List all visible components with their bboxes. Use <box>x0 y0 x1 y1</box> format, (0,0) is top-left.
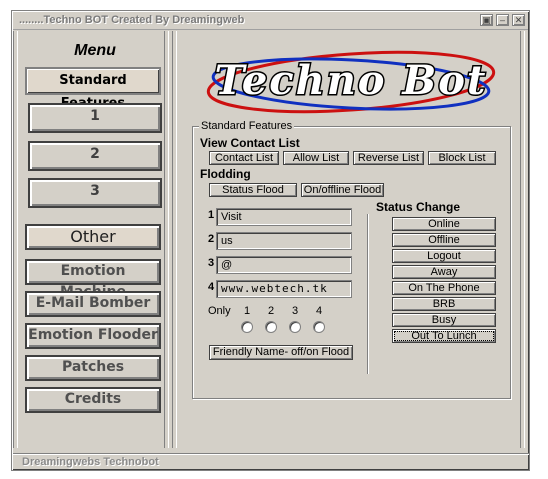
flood-text-field-4[interactable]: www.webtech.tk <box>216 280 352 298</box>
sidebar-item-label: 3 <box>90 183 100 199</box>
status-away-button[interactable]: Away <box>392 265 496 279</box>
sidebar-item-emotion-machine[interactable]: Emotion Machine <box>25 259 161 300</box>
sidebar-item-email-bomber[interactable]: E-Mail Bomber <box>25 291 161 317</box>
flood-text-field-3[interactable]: @ <box>216 256 352 274</box>
close-icon[interactable]: ✕ <box>512 14 525 26</box>
menu-title: Menu <box>74 42 116 59</box>
field-number: 4 <box>208 281 215 293</box>
sidebar-item-other[interactable]: Other <box>25 224 161 250</box>
sidebar-item-standard-features[interactable]: Standard Features <box>25 67 161 111</box>
sidebar-item-1[interactable]: 1 <box>28 103 162 133</box>
techno-bot-logo: Techno Bot <box>206 50 496 114</box>
only-label: Only <box>208 305 231 317</box>
sidebar-item-label: Patches <box>61 359 125 375</box>
left-rail <box>13 31 18 448</box>
friendly-name-flood-button[interactable]: Friendly Name- off/on Flood <box>209 345 353 360</box>
radio-option-4[interactable] <box>313 321 325 333</box>
allow-list-button[interactable]: Allow List <box>283 151 349 165</box>
reverse-list-button[interactable]: Reverse List <box>353 151 424 165</box>
vertical-separator <box>367 214 369 374</box>
radio-label: 2 <box>268 305 275 317</box>
radio-option-2[interactable] <box>265 321 277 333</box>
field-number: 1 <box>208 209 215 221</box>
sidebar-item-label: 2 <box>90 146 100 162</box>
status-offline-button[interactable]: Offline <box>392 233 496 247</box>
status-out-to-lunch-button[interactable]: Out To Lunch <box>392 329 496 343</box>
status-flood-button[interactable]: Status Flood <box>209 183 297 197</box>
radio-label: 1 <box>244 305 251 317</box>
radio-label: 4 <box>316 305 323 317</box>
right-rail <box>520 31 525 448</box>
radio-option-1[interactable] <box>241 321 253 333</box>
field-number: 3 <box>208 257 215 269</box>
logo-text: Techno Bot <box>215 57 488 104</box>
onoffline-flood-button[interactable]: On/offline Flood <box>301 183 384 197</box>
contact-list-button[interactable]: Contact List <box>209 151 279 165</box>
sidebar-item-2[interactable]: 2 <box>28 141 162 171</box>
sidebar-item-label: Other <box>70 227 116 246</box>
sidebar-item-label: Emotion Flooder <box>28 327 158 343</box>
divider-rail <box>164 31 169 448</box>
radio-label: 3 <box>292 305 299 317</box>
divider-rail-2 <box>172 31 177 448</box>
field-number: 2 <box>208 233 215 245</box>
sidebar-item-label: Credits <box>64 391 122 407</box>
status-bar-text: Dreamingwebs Technobot <box>22 456 159 468</box>
sidebar-item-label: 1 <box>90 108 100 124</box>
status-busy-button[interactable]: Busy <box>392 313 496 327</box>
flooding-heading: Flodding <box>200 167 251 181</box>
sidebar-item-credits[interactable]: Credits <box>25 387 161 413</box>
sidebar-item-emotion-flooder[interactable]: Emotion Flooder <box>25 323 161 349</box>
status-on-the-phone-button[interactable]: On The Phone <box>392 281 496 295</box>
status-online-button[interactable]: Online <box>392 217 496 231</box>
status-brb-button[interactable]: BRB <box>392 297 496 311</box>
status-change-heading: Status Change <box>376 200 461 214</box>
radio-option-3[interactable] <box>289 321 301 333</box>
window-title: ........Techno BOT Created By Dreamingwe… <box>19 14 245 26</box>
flood-text-field-1[interactable]: Visit <box>216 208 352 226</box>
group-label: Standard Features <box>199 120 295 132</box>
title-bar[interactable]: ........Techno BOT Created By Dreamingwe… <box>13 12 528 30</box>
flood-text-field-2[interactable]: us <box>216 232 352 250</box>
status-logout-button[interactable]: Logout <box>392 249 496 263</box>
sidebar-item-patches[interactable]: Patches <box>25 355 161 381</box>
restore-icon[interactable]: ▣ <box>480 14 493 26</box>
block-list-button[interactable]: Block List <box>428 151 496 165</box>
sidebar-item-3[interactable]: 3 <box>28 178 162 208</box>
minimize-icon[interactable]: – <box>496 14 509 26</box>
sidebar-item-label: E-Mail Bomber <box>35 295 151 311</box>
contact-list-heading: View Contact List <box>200 136 300 150</box>
